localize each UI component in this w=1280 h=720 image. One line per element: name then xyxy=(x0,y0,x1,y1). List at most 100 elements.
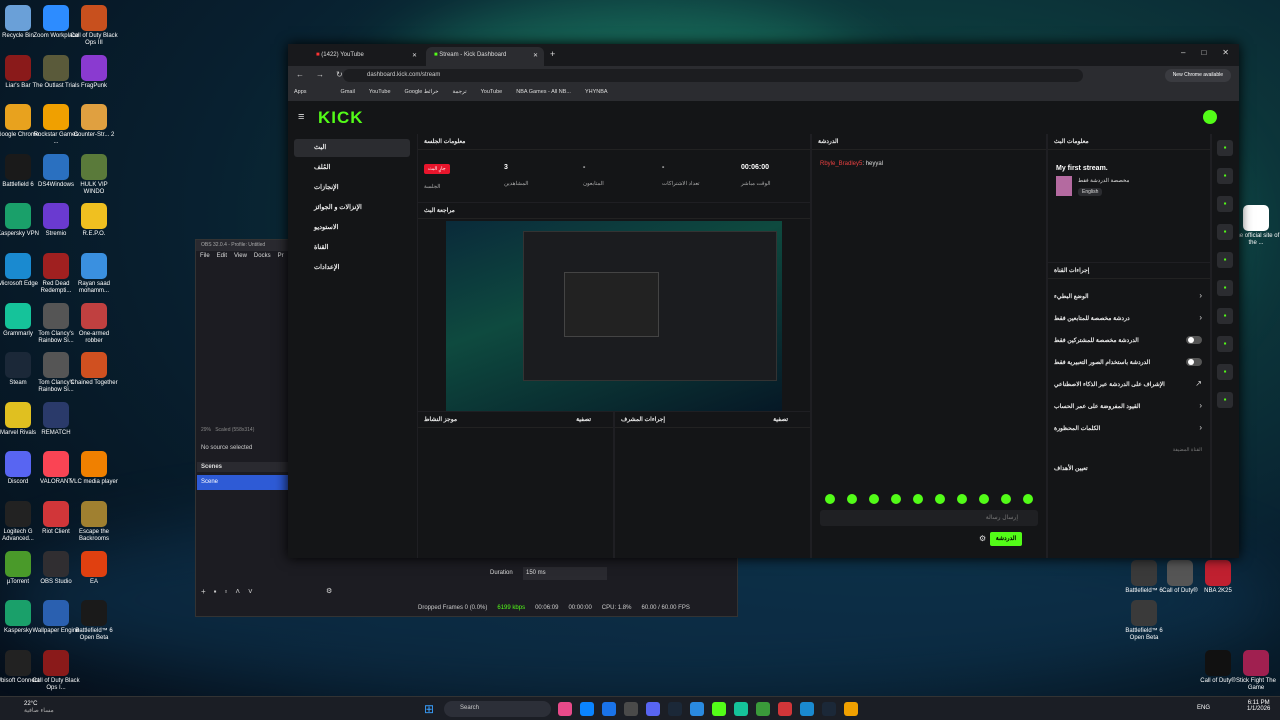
desktop-icon-rematch[interactable]: REMATCH xyxy=(32,401,80,437)
sidebar-item-1[interactable]: البث xyxy=(294,139,410,157)
desktop-icon-one-armed-robber[interactable]: One-armed robber xyxy=(70,302,118,345)
sidebar-item-4[interactable]: الإنزالات و الجوائز xyxy=(294,199,410,217)
menu-docks[interactable]: Docks xyxy=(254,253,271,261)
menu-file[interactable]: File xyxy=(200,253,210,261)
weather[interactable]: 22°C مساء صافية xyxy=(24,701,54,714)
clock[interactable]: 6:11 PM 1/1/2026 xyxy=(1247,700,1270,712)
bookmark[interactable]: YouTube xyxy=(369,89,391,97)
emote-icon[interactable] xyxy=(935,494,945,504)
desktop-icon-hulk-vip-windo[interactable]: HULK VIP WINDO xyxy=(70,153,118,196)
channel-action-item[interactable]: الكلمات المحظورة xyxy=(1054,425,1204,432)
gear-icon[interactable]: ⚙ xyxy=(326,587,332,595)
rail-button[interactable]: ▪ xyxy=(1217,392,1233,408)
taskbar-app-icon[interactable] xyxy=(734,702,748,716)
new-tab-icon[interactable]: + xyxy=(550,49,555,59)
taskbar-app-icon[interactable] xyxy=(602,702,616,716)
desktop-icon-ea[interactable]: EA xyxy=(70,550,118,586)
menu-icon[interactable]: ≡ xyxy=(298,111,304,123)
rail-button[interactable]: ▪ xyxy=(1217,308,1233,324)
toggle-switch[interactable] xyxy=(1186,358,1202,366)
desktop-icon-chained-together[interactable]: Chained Together xyxy=(70,352,118,387)
bookmark[interactable]: Google خرائط xyxy=(405,89,439,97)
desktop-icon-r-e-p-o[interactable]: R.E.P.O. xyxy=(70,203,118,238)
rail-button[interactable]: ▪ xyxy=(1217,224,1233,240)
chrome-window[interactable]: ■ (1422) YouTube ✕ ■ Stream - Kick Dashb… xyxy=(288,44,1239,558)
taskbar-app-icon[interactable] xyxy=(778,702,792,716)
sidebar-item-3[interactable]: الإنجازات xyxy=(294,179,410,197)
taskbar-app-icon[interactable] xyxy=(580,702,594,716)
sidebar-item-5[interactable]: الاستوديو xyxy=(294,219,410,237)
desktop-icon-stick-fight-the-game[interactable]: Stick Fight The Game xyxy=(1232,650,1280,692)
scene-item[interactable]: Scene xyxy=(197,475,289,490)
channel-action-item[interactable]: دردشة مخصصة للمتابعين فقط xyxy=(1054,315,1204,322)
desktop-icon-battlefield-6-open-beta[interactable]: Battlefield™ 6 Open Beta xyxy=(1120,600,1168,642)
emote-icon[interactable] xyxy=(979,494,989,504)
bookmark[interactable]: Apps xyxy=(294,89,307,97)
emote-icon[interactable] xyxy=(891,494,901,504)
rail-button[interactable]: ▪ xyxy=(1217,364,1233,380)
bookmark[interactable]: ترجمة xyxy=(453,89,467,97)
taskbar-app-icon[interactable] xyxy=(558,702,572,716)
desktop-icon-counter-str-2[interactable]: Counter-Str... 2 xyxy=(70,104,118,139)
minimize-icon[interactable]: – xyxy=(1181,48,1185,57)
rail-button[interactable]: ▪ xyxy=(1217,336,1233,352)
up-icon[interactable]: ˄ xyxy=(235,587,240,596)
desktop-icon-rayan-saad-mohamm[interactable]: Rayan saad mohamm... xyxy=(70,253,118,295)
menu-edit[interactable]: Edit xyxy=(217,253,227,261)
channel-action-item[interactable]: القيود المفروضة على عمر الحساب xyxy=(1054,403,1204,410)
trash-icon[interactable]: ▪ xyxy=(214,587,217,596)
rail-button[interactable]: ▪ xyxy=(1217,196,1233,212)
back-icon[interactable]: ← xyxy=(296,70,304,79)
channel-action-item[interactable]: الإشراف على الدردشة عبر الذكاء الاصطناعي xyxy=(1054,381,1204,388)
sidebar-item-2[interactable]: المُلف xyxy=(294,159,410,177)
taskbar-app-icon[interactable] xyxy=(646,702,660,716)
desktop-icon-the-official-site-of-the[interactable]: The official site of the ... xyxy=(1232,205,1280,247)
kick-logo[interactable]: KICK xyxy=(318,108,364,128)
emote-icon[interactable] xyxy=(847,494,857,504)
rail-button[interactable]: ▪ xyxy=(1217,168,1233,184)
channel-action-item[interactable]: الدردشة باستخدام الصور التعبيرية فقط xyxy=(1054,359,1204,366)
emote-icon[interactable] xyxy=(825,494,835,504)
emote-icon[interactable] xyxy=(869,494,879,504)
maximize-icon[interactable]: □ xyxy=(1201,48,1206,57)
taskbar-app-icon[interactable] xyxy=(712,702,726,716)
emote-icon[interactable] xyxy=(1023,494,1033,504)
reload-icon[interactable]: ↻ xyxy=(336,70,343,79)
duration-input[interactable]: 150 ms xyxy=(523,567,607,580)
channel-action-item[interactable]: الدردشة مخصصة للمشتركين فقط xyxy=(1054,337,1204,344)
forward-icon[interactable]: → xyxy=(316,70,324,79)
channel-action-item[interactable]: الوضع البطيء xyxy=(1054,293,1204,300)
desktop-icon-call-of-duty-black-ops-iii[interactable]: Call of Duty Black Ops III xyxy=(70,5,118,47)
chat-input[interactable]: إرسال رسالة xyxy=(820,510,1038,526)
filter-icon[interactable]: ▫ xyxy=(225,587,228,596)
avatar[interactable] xyxy=(1203,110,1217,124)
desktop-icon-vlc-media-player[interactable]: VLC media player xyxy=(70,451,118,486)
tab-kick[interactable]: ■ Stream - Kick Dashboard ✕ xyxy=(426,47,544,66)
down-icon[interactable]: ˅ xyxy=(248,587,253,596)
taskbar-app-icon[interactable] xyxy=(756,702,770,716)
taskbar-app-icon[interactable] xyxy=(822,702,836,716)
rail-button[interactable]: ▪ xyxy=(1217,140,1233,156)
bookmark[interactable]: Gmail xyxy=(341,89,355,97)
menu-view[interactable]: View xyxy=(234,253,247,261)
desktop-icon-call-of-duty-black-ops-i[interactable]: Call of Duty Black Ops I... xyxy=(32,649,80,692)
rail-button[interactable]: ▪ xyxy=(1217,280,1233,296)
send-chat-button[interactable]: الدردشة xyxy=(990,532,1022,546)
input-language[interactable]: ENG xyxy=(1197,705,1210,711)
bookmark[interactable]: NBA Games - All NB... xyxy=(516,89,571,97)
host-item[interactable]: تعيين الأهداف xyxy=(1054,465,1204,472)
desktop-icon-battlefield-6-open-beta[interactable]: Battlefield™ 6 Open Beta xyxy=(70,600,118,642)
taskbar-search[interactable]: Search xyxy=(444,701,551,717)
tab-youtube[interactable]: ■ (1422) YouTube ✕ xyxy=(308,47,423,66)
taskbar-app-icon[interactable] xyxy=(690,702,704,716)
emote-icon[interactable] xyxy=(1001,494,1011,504)
chat-username[interactable]: Rbyle_Bradley5 xyxy=(820,161,862,167)
toggle-switch[interactable] xyxy=(1186,336,1202,344)
sidebar-item-6[interactable]: القناة xyxy=(294,239,410,257)
close-icon[interactable]: ✕ xyxy=(1222,48,1229,57)
chat-settings-icon[interactable]: ⚙ xyxy=(979,534,986,543)
desktop-icon-escape-the-backrooms[interactable]: Escape the Backrooms xyxy=(70,501,118,543)
taskbar-app-icon[interactable] xyxy=(624,702,638,716)
add-icon[interactable]: + xyxy=(201,587,206,596)
taskbar-app-icon[interactable] xyxy=(800,702,814,716)
